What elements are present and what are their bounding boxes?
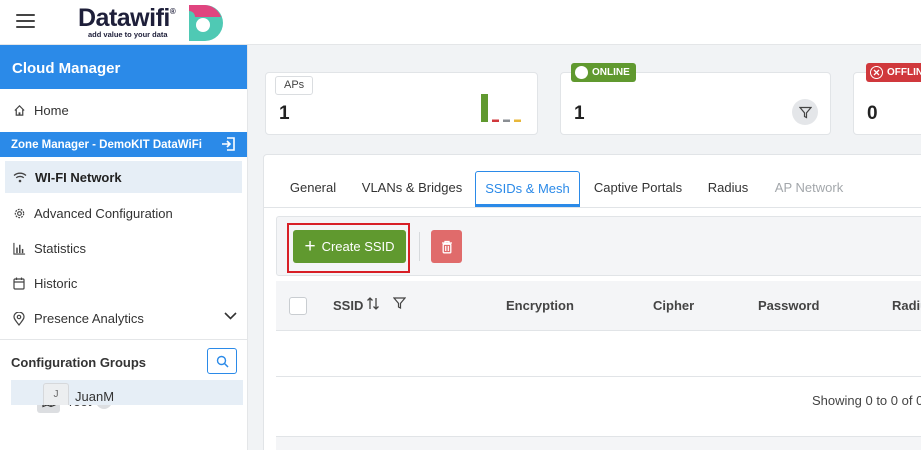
mini-chart-bar-unknown	[503, 119, 510, 122]
column-header-password[interactable]: Password	[758, 298, 819, 313]
avatar: J	[43, 383, 69, 405]
offline-badge-label: OFFLIN	[887, 67, 921, 78]
sidebar-item-label: Home	[34, 103, 69, 118]
exit-icon[interactable]	[221, 136, 237, 152]
sidebar: Cloud Manager Home Zone Manager - DemoKI…	[0, 45, 248, 450]
sidebar-item-statistics[interactable]: Statistics	[0, 231, 247, 266]
aps-card-label: APs	[275, 76, 314, 95]
filter-icon	[798, 106, 812, 118]
tab-captive-portals[interactable]: Captive Portals	[589, 171, 687, 207]
online-badge: ONLINE	[571, 63, 636, 82]
trash-icon	[441, 240, 452, 253]
zone-title: Zone Manager - DemoKIT DataWiFi	[11, 138, 202, 151]
tab-general[interactable]: General	[282, 171, 344, 207]
tree-child-label: JuanM	[75, 389, 115, 404]
toolbar-divider	[419, 232, 420, 261]
sort-icon[interactable]	[366, 296, 380, 311]
offline-x-icon	[870, 66, 883, 79]
sidebar-item-label: WI-FI Network	[35, 169, 122, 185]
online-badge-label: ONLINE	[592, 67, 630, 78]
tab-radius[interactable]: Radius	[702, 171, 754, 207]
offline-count: 0	[867, 103, 878, 124]
chevron-down-icon[interactable]	[224, 312, 237, 320]
create-ssid-label: Create SSID	[321, 239, 395, 254]
location-pin-icon	[12, 311, 26, 326]
group-search-button[interactable]	[207, 348, 237, 374]
sidebar-item-historic[interactable]: Historic	[0, 266, 247, 301]
sidebar-item-label: Statistics	[34, 241, 87, 256]
aps-card: APs 1	[265, 72, 538, 135]
sidebar-item-label: Presence Analytics	[34, 311, 144, 326]
sidebar-item-label: Historic	[34, 276, 78, 291]
gear-icon	[12, 207, 26, 221]
table-bottom-strip	[276, 436, 921, 450]
create-ssid-highlight: + Create SSID	[287, 223, 410, 273]
top-header: Datawifi® add value to your data	[0, 0, 921, 45]
tree-child-node[interactable]: J JuanM	[11, 380, 243, 405]
tab-ap-network: AP Network	[774, 180, 844, 195]
tab-ssids-mesh[interactable]: SSIDs & Mesh	[475, 171, 580, 207]
column-header-ssid[interactable]: SSID	[333, 298, 363, 313]
ssid-toolbar: + Create SSID	[276, 216, 921, 276]
filter-icon[interactable]	[393, 296, 406, 310]
configuration-groups-title: Configuration Groups	[11, 354, 147, 370]
bar-chart-icon	[12, 242, 26, 256]
table-divider	[276, 376, 921, 377]
column-header-radius[interactable]: Radiu	[892, 298, 921, 313]
sidebar-item-home[interactable]: Home	[0, 93, 247, 128]
wifi-config-panel: General VLANs & Bridges SSIDs & Mesh Cap…	[263, 154, 921, 450]
online-card: ONLINE 1	[560, 63, 831, 135]
offline-card: OFFLIN 0	[853, 63, 921, 135]
aps-mini-chart	[481, 94, 521, 122]
online-filter-button[interactable]	[792, 99, 818, 125]
zone-manager-bar: Zone Manager - DemoKIT DataWiFi	[0, 132, 247, 157]
hamburger-menu-icon[interactable]	[16, 14, 35, 30]
configuration-groups-heading: Configuration Groups	[0, 340, 247, 384]
search-icon	[216, 355, 229, 368]
calendar-icon	[12, 277, 26, 291]
mini-chart-bar-offline	[492, 119, 499, 122]
column-header-encryption[interactable]: Encryption	[506, 298, 574, 313]
ssid-table-header: SSID Encryption Cipher Password Radiu	[276, 281, 921, 331]
table-pagination-info: Showing 0 to 0 of 0	[812, 393, 921, 408]
online-dot-icon	[575, 66, 588, 79]
datawifi-logo[interactable]: Datawifi® add value to your data	[78, 3, 223, 43]
mini-chart-bar-warning	[514, 119, 521, 122]
home-icon	[12, 104, 26, 118]
sidebar-title: Cloud Manager	[0, 45, 247, 89]
aps-count: 1	[279, 103, 290, 124]
sidebar-item-presence-analytics[interactable]: Presence Analytics	[0, 301, 247, 336]
delete-button[interactable]	[431, 230, 462, 263]
online-count: 1	[574, 103, 585, 124]
sidebar-item-advanced-configuration[interactable]: Advanced Configuration	[0, 196, 247, 231]
select-all-checkbox[interactable]	[289, 297, 307, 315]
tab-bar: General VLANs & Bridges SSIDs & Mesh Cap…	[264, 155, 921, 208]
wifi-icon	[13, 170, 27, 184]
create-ssid-button[interactable]: + Create SSID	[293, 230, 406, 263]
mini-chart-bar-online	[481, 94, 488, 122]
plus-icon: +	[304, 236, 316, 257]
offline-badge: OFFLIN	[866, 63, 921, 82]
sidebar-item-label: Advanced Configuration	[34, 206, 173, 221]
sidebar-item-wifi-network[interactable]: WI-FI Network	[5, 161, 242, 193]
logo-text: Datawifi®	[78, 4, 176, 32]
tab-vlans-bridges[interactable]: VLANs & Bridges	[356, 171, 468, 207]
logo-mark-icon	[189, 5, 223, 41]
column-header-cipher[interactable]: Cipher	[653, 298, 694, 313]
logo-tagline: add value to your data	[88, 30, 168, 39]
